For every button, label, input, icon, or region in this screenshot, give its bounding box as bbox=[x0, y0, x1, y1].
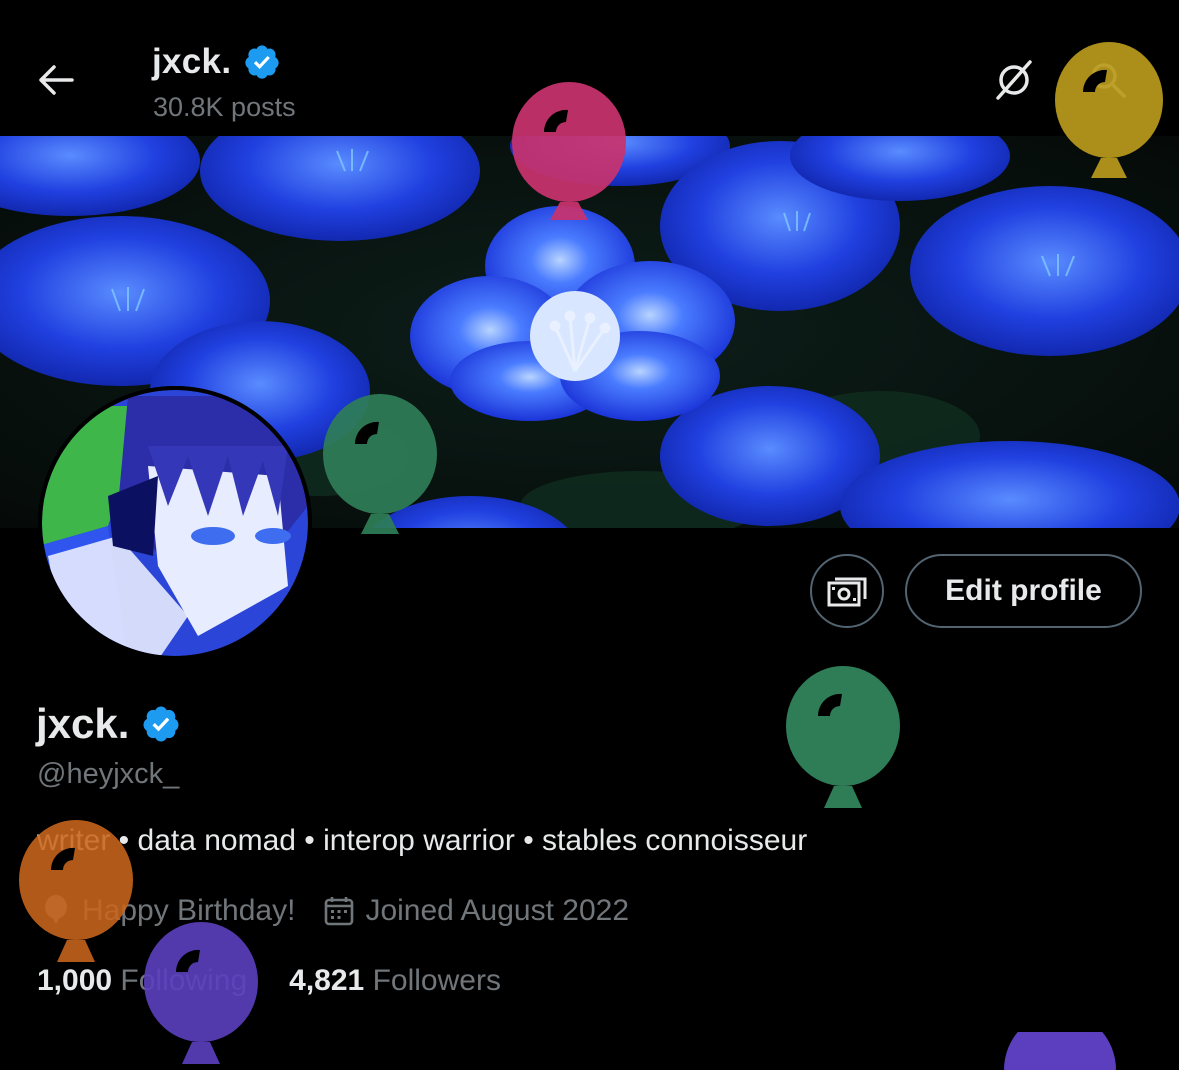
avatar-image bbox=[38, 386, 312, 660]
following-link[interactable]: 1,000 Following bbox=[37, 964, 247, 998]
avatar[interactable] bbox=[38, 386, 312, 660]
birthday-item: Happy Birthday! bbox=[40, 894, 295, 928]
grok-button[interactable] bbox=[986, 52, 1042, 108]
grok-icon bbox=[996, 60, 1032, 100]
verified-badge-icon[interactable] bbox=[141, 704, 181, 744]
followers-link[interactable]: 4,821 Followers bbox=[289, 964, 501, 998]
follow-counts: 1,000 Following 4,821 Followers bbox=[37, 964, 501, 998]
following-count: 1,000 bbox=[37, 964, 113, 997]
search-icon bbox=[1091, 63, 1126, 98]
joined-item: Joined August 2022 bbox=[323, 894, 629, 928]
bio-link-writer[interactable]: writer bbox=[37, 824, 110, 857]
bio-text: • data nomad • interop warrior • stables… bbox=[110, 824, 808, 857]
joined-text: Joined August 2022 bbox=[365, 894, 630, 927]
back-button[interactable] bbox=[24, 52, 88, 108]
verified-badge-icon bbox=[245, 45, 279, 79]
posts-count: 30.8K posts bbox=[153, 92, 296, 122]
balloon-green-2 bbox=[786, 666, 900, 808]
profile-handle: @heyjxck_ bbox=[37, 758, 180, 790]
followers-label: Followers bbox=[372, 964, 501, 997]
profile-name: jxck. bbox=[36, 700, 130, 747]
calendar-icon bbox=[325, 897, 354, 926]
back-arrow-icon bbox=[39, 65, 74, 95]
birthday-text: Happy Birthday! bbox=[82, 894, 296, 927]
profile-name-row: jxck. bbox=[36, 700, 181, 748]
profile-meta: Happy Birthday! Joined August 2022 bbox=[40, 894, 629, 928]
following-label: Following bbox=[120, 964, 248, 997]
money-button[interactable] bbox=[810, 554, 884, 628]
search-button[interactable] bbox=[1080, 52, 1136, 108]
edit-profile-button[interactable]: Edit profile bbox=[905, 554, 1142, 628]
money-icon bbox=[827, 577, 867, 607]
balloon-purple-2 bbox=[1004, 1032, 1116, 1070]
header-title: jxck. bbox=[152, 42, 281, 82]
followers-count: 4,821 bbox=[289, 964, 365, 997]
profile-bio: writer • data nomad • interop warrior • … bbox=[37, 824, 807, 858]
balloon-icon bbox=[45, 895, 67, 924]
header-name: jxck. bbox=[152, 42, 232, 81]
